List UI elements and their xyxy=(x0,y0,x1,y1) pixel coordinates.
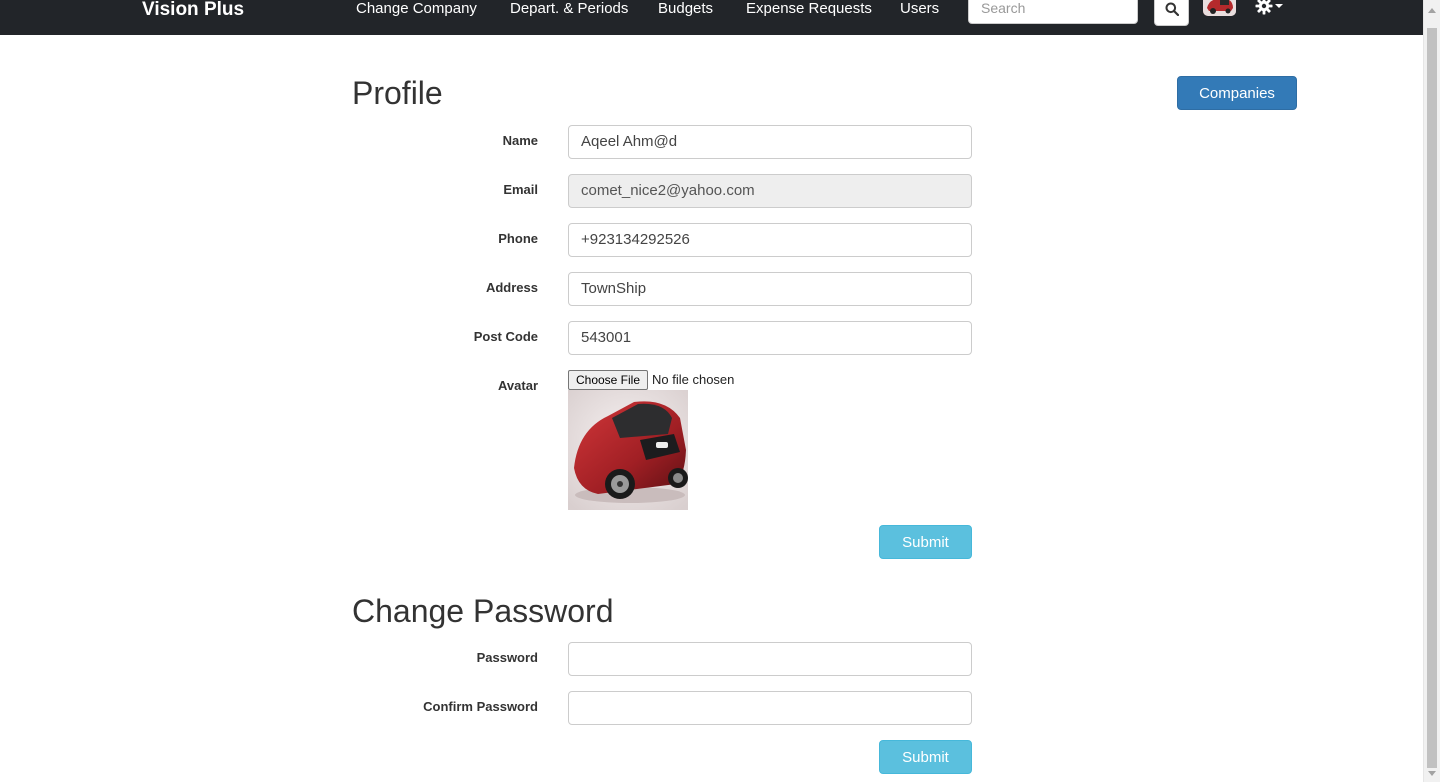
car-image xyxy=(568,390,688,510)
search-input[interactable] xyxy=(968,0,1138,24)
name-field[interactable]: Aqeel Ahm@d xyxy=(568,125,972,159)
email-label: Email xyxy=(503,182,538,197)
settings-dropdown[interactable] xyxy=(1255,0,1283,15)
phone-label: Phone xyxy=(498,231,538,246)
nav-change-company[interactable]: Change Company xyxy=(356,0,477,19)
confirm-password-field[interactable] xyxy=(568,691,972,725)
password-field[interactable] xyxy=(568,642,972,676)
password-submit-button[interactable]: Submit xyxy=(879,740,972,774)
scroll-thumb[interactable] xyxy=(1427,28,1437,768)
gear-icon xyxy=(1255,0,1273,15)
post-code-label: Post Code xyxy=(473,329,538,344)
choose-file-button[interactable]: Choose File xyxy=(568,370,648,390)
address-field[interactable]: TownShip xyxy=(568,272,972,306)
page-scrollbar[interactable] xyxy=(1423,0,1440,782)
file-status-text: No file chosen xyxy=(652,372,735,387)
nav-budgets[interactable]: Budgets xyxy=(658,0,713,19)
phone-field[interactable]: +923134292526 xyxy=(568,223,972,257)
companies-button[interactable]: Companies xyxy=(1177,76,1297,110)
caret-down-icon xyxy=(1275,4,1283,8)
nav-expense-requests[interactable]: Expense Requests xyxy=(746,0,872,19)
nav-users[interactable]: Users xyxy=(900,0,939,19)
profile-submit-button[interactable]: Submit xyxy=(879,525,972,559)
avatar-label: Avatar xyxy=(498,378,538,393)
avatar-preview-image xyxy=(568,390,688,510)
scroll-up-arrow-icon[interactable] xyxy=(1428,8,1436,13)
password-label: Password xyxy=(476,650,538,665)
post-code-field[interactable]: 543001 xyxy=(568,321,972,355)
brand-link[interactable]: Vision Plus xyxy=(142,0,244,22)
top-navbar: Vision Plus Change Company Depart. & Per… xyxy=(0,0,1423,35)
search-icon xyxy=(1165,2,1179,16)
search-button[interactable] xyxy=(1154,0,1189,26)
name-label: Name xyxy=(502,133,538,148)
scroll-down-arrow-icon[interactable] xyxy=(1428,771,1436,776)
address-label: Address xyxy=(485,280,538,295)
change-password-title: Change Password xyxy=(352,593,614,629)
email-field[interactable]: comet_nice2@yahoo.com xyxy=(568,174,972,208)
user-avatar[interactable] xyxy=(1203,0,1236,16)
avatar-car-thumbnail xyxy=(1203,0,1236,16)
confirm-password-label: Confirm Password xyxy=(423,699,538,714)
profile-title: Profile xyxy=(352,75,443,111)
nav-departments-periods[interactable]: Depart. & Periods xyxy=(510,0,628,19)
